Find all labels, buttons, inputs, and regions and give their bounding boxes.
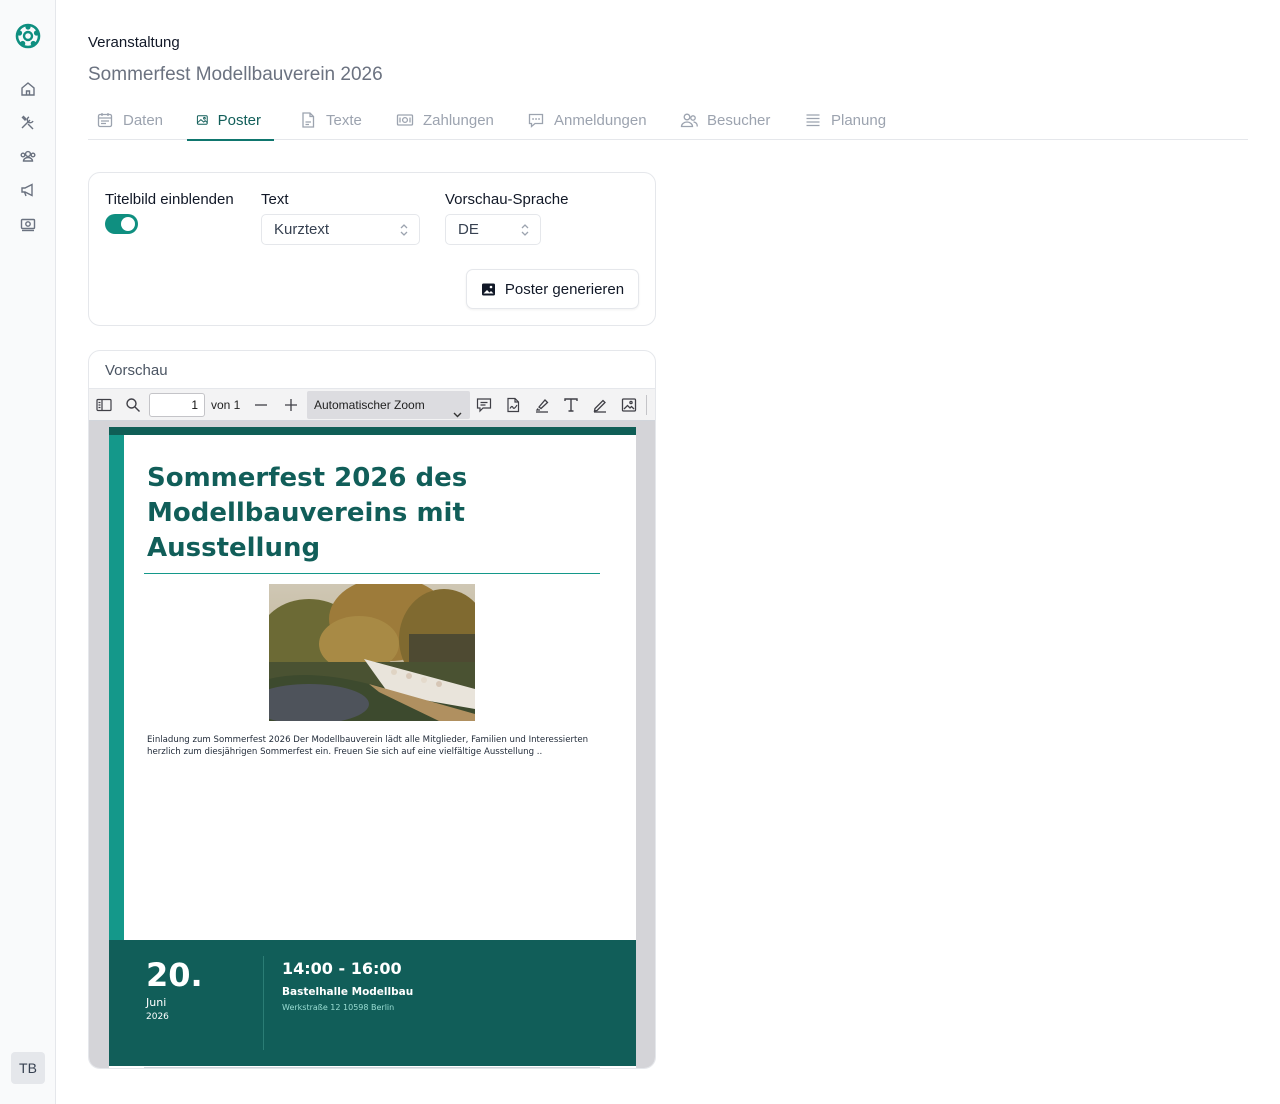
tab-zahlungen[interactable]: Zahlungen	[396, 100, 494, 140]
image-icon	[196, 115, 208, 125]
text-select-value: Kurztext	[274, 221, 330, 238]
tab-label: Planung	[831, 111, 887, 129]
sidebar-toggle-icon[interactable]	[95, 396, 113, 414]
poster-photo	[269, 584, 475, 721]
draw-icon[interactable]	[591, 396, 609, 414]
language-label: Vorschau-Sprache	[445, 191, 569, 208]
poster-title: Sommerfest 2026 des Modellbauvereins mit…	[147, 463, 468, 563]
poster-settings-card: Titelbild einblenden Text Kurztext Vorsc…	[88, 172, 656, 326]
page-count: von 1	[211, 398, 241, 412]
document-icon	[302, 112, 315, 128]
comment-icon[interactable]	[475, 396, 493, 414]
poster-title-rule	[144, 573, 600, 574]
poster-page: Sommerfest 2026 des Modellbauvereins mit…	[109, 427, 636, 1068]
zoom-select-value: Automatischer Zoom	[314, 398, 425, 412]
tab-poster[interactable]: Poster	[187, 100, 274, 141]
tab-daten[interactable]: Daten	[96, 100, 163, 140]
chevron-updown-icon	[399, 223, 409, 237]
tab-texte[interactable]: Texte	[299, 100, 362, 140]
pdf-viewer[interactable]: Sommerfest 2026 des Modellbauvereins mit…	[89, 421, 655, 1068]
page-number-input[interactable]	[149, 393, 205, 417]
text-label: Text	[261, 191, 289, 208]
show-cover-label: Titelbild einblenden	[105, 191, 234, 208]
image-tool-icon[interactable]	[620, 396, 638, 414]
preview-card: Vorschau von 1 Automatischer Zoom	[88, 350, 656, 1069]
brand-logo-icon[interactable]	[15, 23, 41, 49]
poster-address: Werkstraße 12 10598 Berlin	[282, 1003, 395, 1012]
tab-label: Zahlungen	[423, 111, 494, 129]
chevron-updown-icon	[520, 223, 530, 237]
toolbar-separator	[646, 395, 647, 415]
poster-year: 2026	[146, 1012, 169, 1022]
users-icon	[680, 113, 698, 128]
toggle-knob	[121, 217, 135, 231]
poster-top-bar	[109, 427, 636, 435]
poster-venue: Bastelhalle Modellbau	[282, 986, 414, 998]
poster-month: Juni	[146, 996, 167, 1009]
poster-body-text: Einladung zum Sommerfest 2026 Der Modell…	[147, 735, 589, 757]
tab-label: Poster	[217, 111, 261, 129]
calendar-icon	[97, 113, 113, 128]
money-icon[interactable]	[19, 215, 37, 233]
tab-anmeldungen[interactable]: Anmeldungen	[527, 100, 647, 140]
highlight-icon[interactable]	[533, 396, 551, 414]
avatar[interactable]: TB	[11, 1052, 45, 1084]
search-icon[interactable]	[124, 396, 142, 414]
tab-label: Anmeldungen	[554, 111, 647, 129]
zoom-in-icon[interactable]	[282, 396, 300, 414]
language-select[interactable]: DE	[445, 214, 541, 245]
generate-poster-label: Poster generieren	[504, 280, 625, 298]
poster-time: 14:00 - 16:00	[282, 959, 402, 978]
sidebar: TB	[0, 0, 56, 1104]
poster-footer-divider	[263, 956, 264, 1050]
poster-bottom-rule	[144, 1067, 600, 1068]
poster-side-bar	[109, 435, 124, 940]
chevron-down-icon	[453, 401, 462, 418]
page-title: Sommerfest Modellbauverein 2026	[88, 64, 383, 85]
tools-icon[interactable]	[19, 113, 37, 131]
poster-day: 20.	[146, 956, 203, 994]
text-tool-icon[interactable]	[562, 396, 580, 414]
tab-planung[interactable]: Planung	[804, 100, 886, 140]
generate-poster-button[interactable]: Poster generieren	[466, 269, 639, 309]
show-cover-toggle[interactable]	[105, 214, 138, 234]
text-select[interactable]: Kurztext	[261, 214, 420, 245]
preview-title: Vorschau	[105, 362, 168, 379]
language-select-value: DE	[458, 221, 479, 238]
zoom-select[interactable]: Automatischer Zoom	[307, 391, 470, 419]
tab-label: Texte	[326, 111, 362, 129]
signature-icon[interactable]	[504, 396, 522, 414]
banknote-icon	[396, 114, 414, 126]
chat-icon	[528, 113, 544, 128]
group-icon[interactable]	[19, 147, 37, 165]
photo-icon	[481, 283, 495, 295]
megaphone-icon[interactable]	[19, 181, 37, 199]
zoom-out-icon[interactable]	[252, 396, 270, 414]
tab-besucher[interactable]: Besucher	[680, 100, 770, 140]
section-label: Veranstaltung	[88, 34, 180, 51]
poster-footer: 20. Juni 2026 14:00 - 16:00 Bastelhalle …	[109, 940, 636, 1066]
tab-bar: Daten Poster Texte Zahlungen Anmeldungen…	[88, 100, 1248, 141]
tab-label: Besucher	[707, 111, 771, 129]
home-icon[interactable]	[19, 80, 37, 98]
tab-label: Daten	[123, 111, 164, 129]
list-icon	[806, 114, 820, 127]
pdf-toolbar: von 1 Automatischer Zoom	[89, 388, 655, 421]
